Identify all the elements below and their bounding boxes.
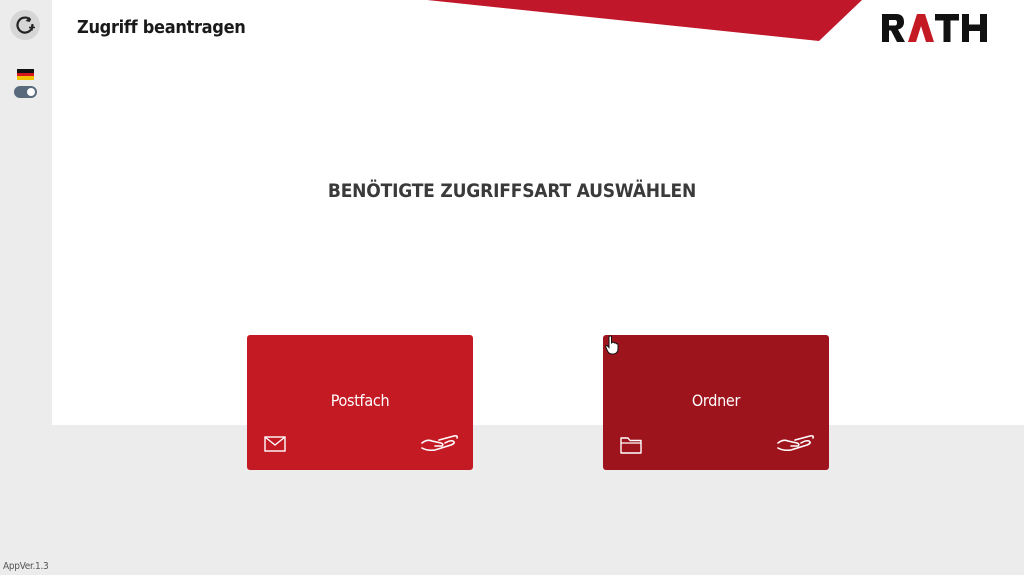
mail-icon <box>264 436 286 452</box>
sidebar: AppVer.1.3 <box>0 0 52 575</box>
hand-icon <box>421 434 458 452</box>
page-heading: BENÖTIGTE ZUGRIFFSART AUSWÄHLEN <box>327 180 697 202</box>
postfach-button[interactable]: Postfach <box>247 335 473 470</box>
hand-cursor-icon <box>605 335 619 355</box>
refresh-plus-icon[interactable] <box>10 10 40 40</box>
postfach-label: Postfach <box>330 391 390 410</box>
page-title: Zugriff beantragen <box>77 17 246 38</box>
ordner-label: Ordner <box>691 391 741 410</box>
flag-germany-icon[interactable] <box>17 69 34 81</box>
main-panel: Zugriff beantragen <box>52 0 1024 425</box>
ordner-button[interactable]: Ordner <box>603 335 829 470</box>
app-version: AppVer.1.3 <box>3 561 49 572</box>
toggle-switch[interactable] <box>14 86 37 98</box>
folder-icon <box>620 437 642 454</box>
hand-icon <box>777 434 814 452</box>
rath-logo <box>882 14 987 42</box>
